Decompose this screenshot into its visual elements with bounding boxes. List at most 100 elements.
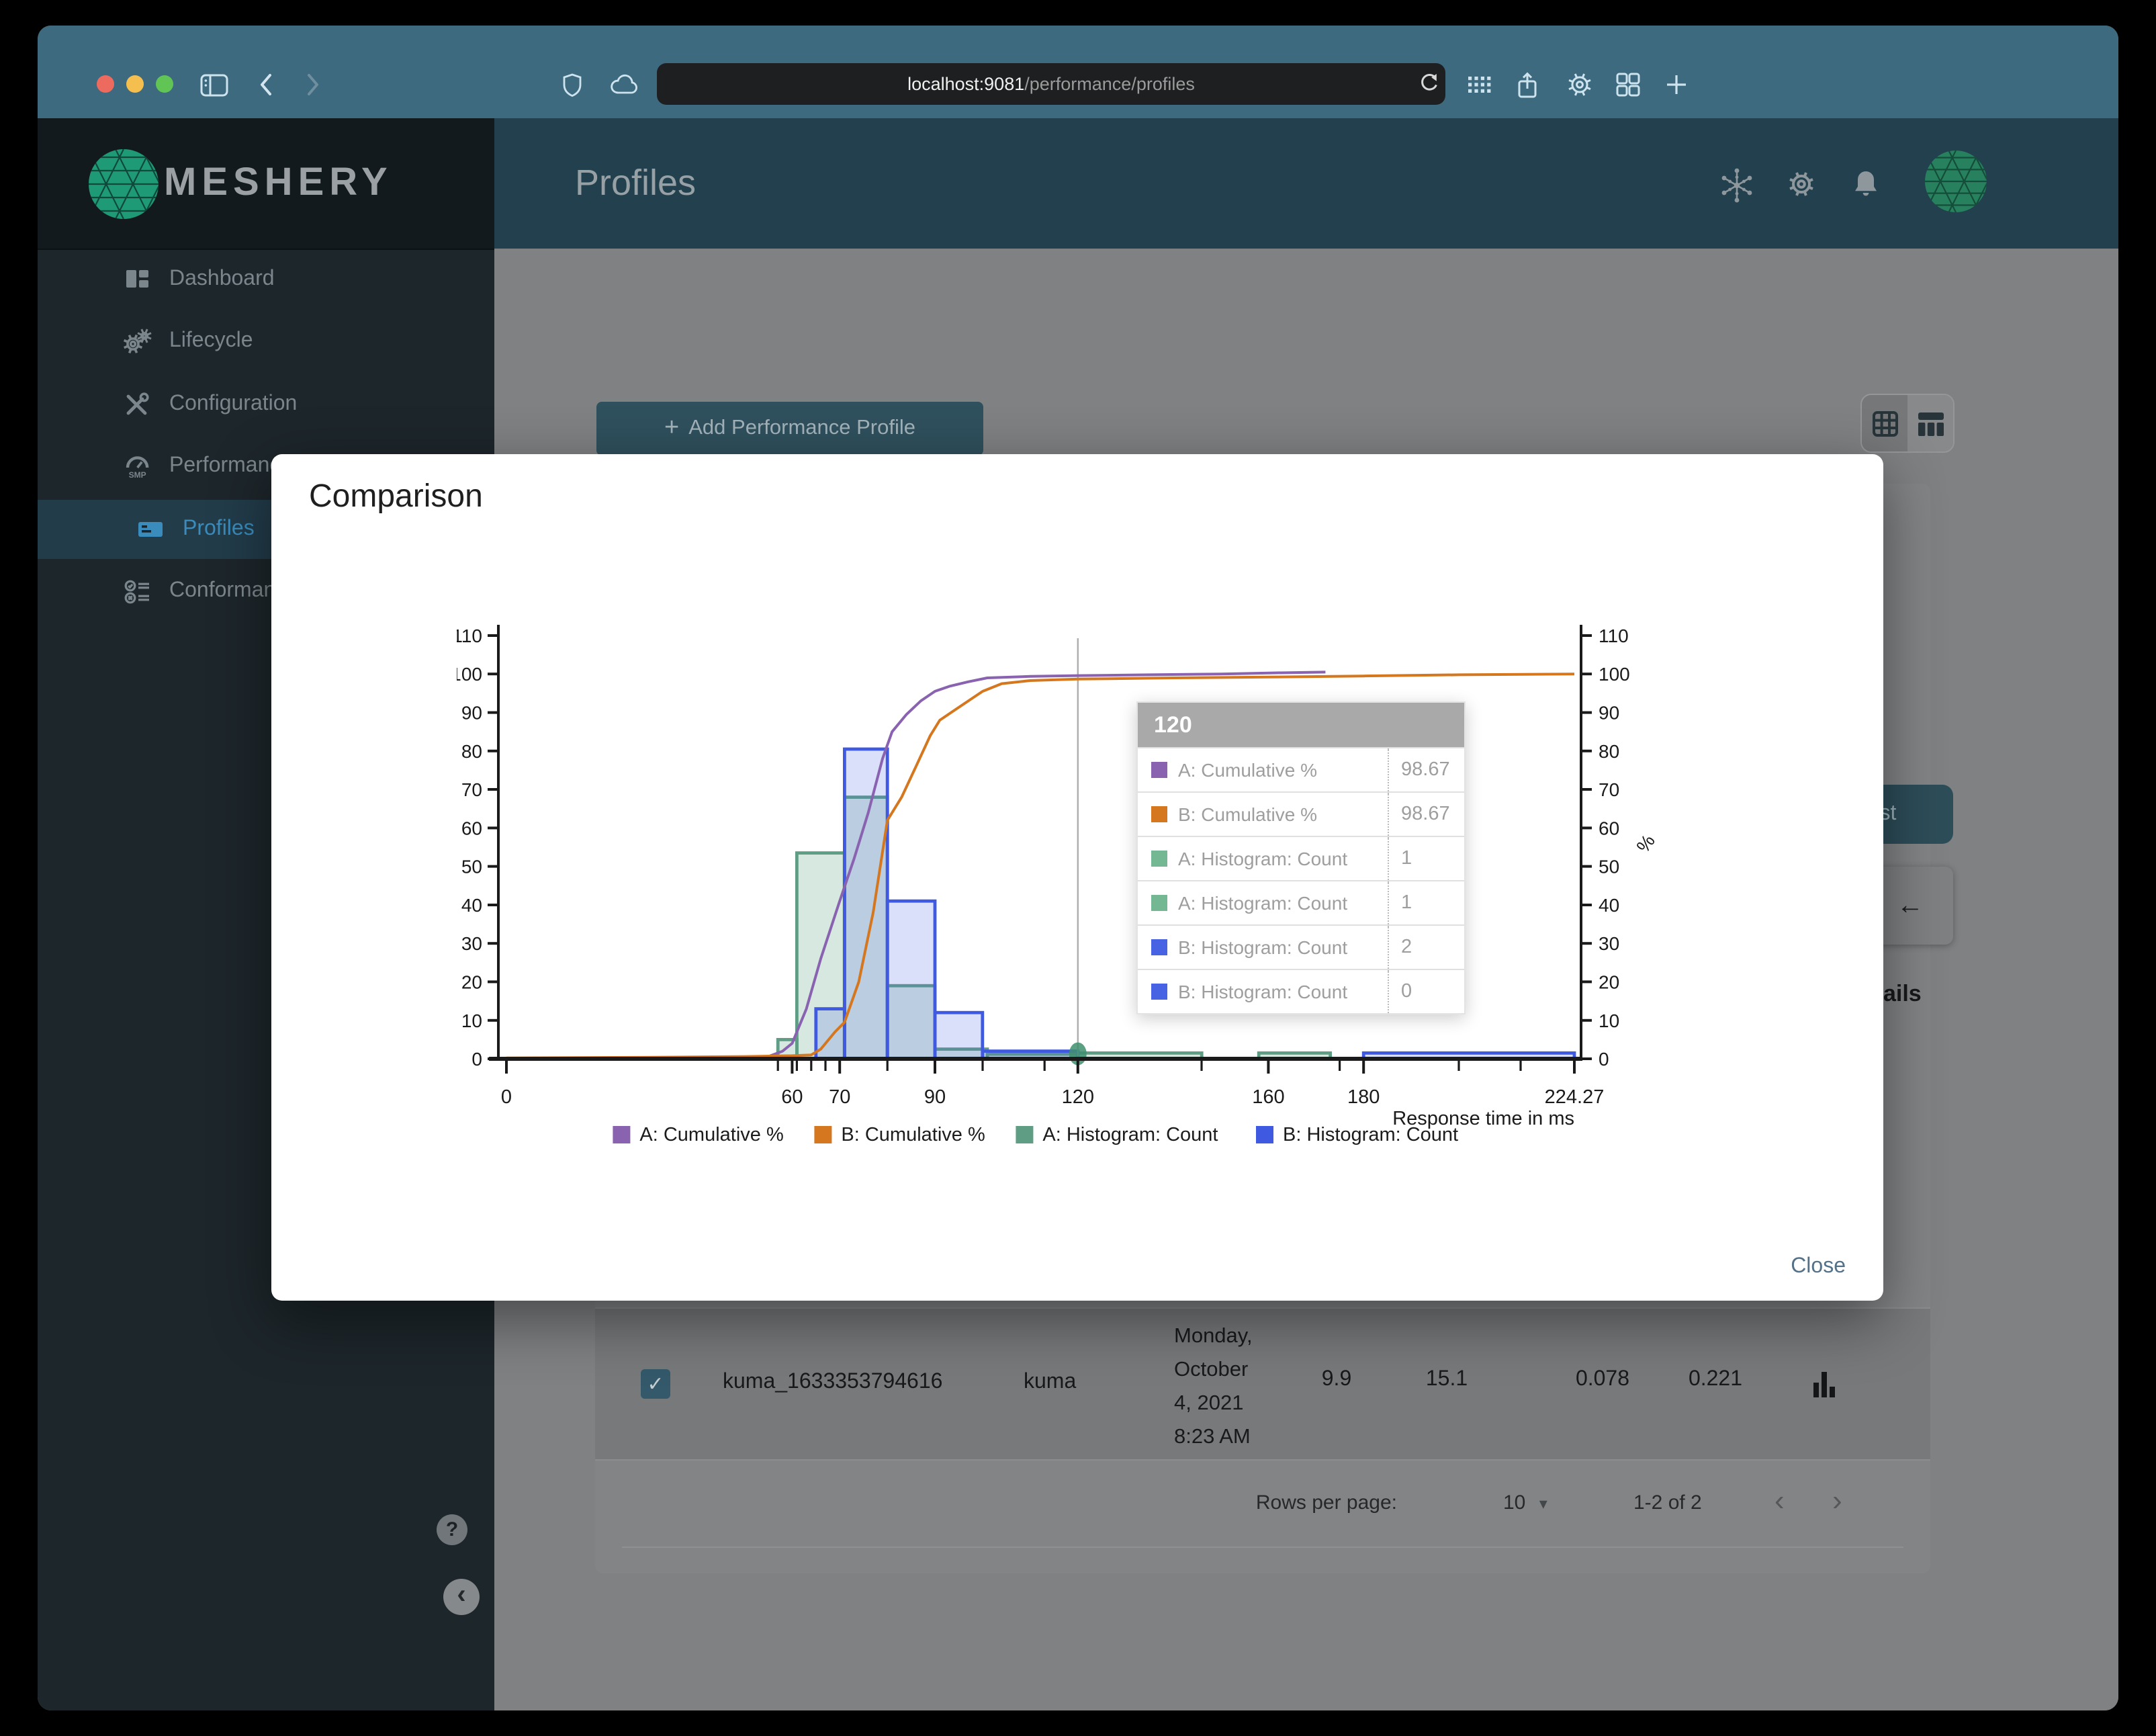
svg-text:160: 160 <box>1252 1086 1284 1108</box>
close-window-button[interactable] <box>97 75 114 93</box>
minimize-window-button[interactable] <box>126 75 144 93</box>
tooltip-series-value: 98.67 <box>1388 793 1464 836</box>
svg-text:0: 0 <box>471 1049 482 1070</box>
caret-down-icon: ▾ <box>1539 1494 1547 1513</box>
svg-text:224.27: 224.27 <box>1545 1086 1605 1108</box>
meshery-logo-icon <box>89 149 159 219</box>
mesh-adapters-icon[interactable] <box>1719 168 1754 210</box>
svg-text:20: 20 <box>461 971 482 992</box>
check-icon: ✓ <box>647 1373 664 1396</box>
svg-text:40: 40 <box>1599 895 1619 916</box>
svg-text:180: 180 <box>1347 1086 1380 1108</box>
sidebar-item-lifecycle[interactable]: Lifecycle <box>38 312 494 371</box>
row-value-duration: 15.1 <box>1425 1368 1468 1391</box>
tooltip-series-label: A: Histogram: Count <box>1178 848 1348 869</box>
reload-icon[interactable] <box>1419 73 1439 101</box>
new-tab-icon[interactable] <box>1666 70 1687 99</box>
left-arrow-icon: ← <box>1897 890 1924 920</box>
divider <box>622 1547 1903 1548</box>
sidebar-item-dashboard[interactable]: Dashboard <box>38 250 494 309</box>
svg-text:30: 30 <box>1599 933 1619 954</box>
settings-gear-icon[interactable] <box>1785 168 1817 207</box>
svg-text:70: 70 <box>829 1086 850 1108</box>
sidebar-item-label: Configuration <box>169 392 298 415</box>
add-performance-profile-label: Add Performance Profile <box>688 417 915 439</box>
add-performance-profile-button[interactable]: + Add Performance Profile <box>596 402 983 455</box>
svg-text:60: 60 <box>1599 818 1619 838</box>
svg-text:%: % <box>1632 830 1659 856</box>
svg-text:40: 40 <box>461 895 482 916</box>
svg-text:10: 10 <box>1599 1010 1619 1031</box>
dashboard-icon <box>122 267 152 292</box>
series-swatch-icon <box>1151 939 1167 955</box>
tooltip-series-label: A: Cumulative % <box>1178 759 1317 781</box>
series-swatch-icon <box>1151 762 1167 778</box>
legend-item[interactable]: A: Cumulative % <box>613 1124 784 1145</box>
row-date-line: Monday, <box>1174 1325 1253 1348</box>
tooltip-series-value: 2 <box>1388 926 1464 969</box>
sidebar-toggle-icon[interactable] <box>200 70 228 99</box>
cloud-icon[interactable] <box>609 70 641 99</box>
svg-text:50: 50 <box>1599 857 1619 877</box>
browser-settings-gear-icon[interactable] <box>1565 70 1594 99</box>
legend-item[interactable]: B: Histogram: Count <box>1256 1124 1458 1145</box>
svg-text:100: 100 <box>457 664 482 685</box>
svg-text:50: 50 <box>461 857 482 877</box>
rows-per-page-label: Rows per page: <box>1255 1491 1397 1514</box>
collapse-sidebar-button[interactable]: ‹ <box>443 1579 480 1615</box>
tab-overview-icon[interactable] <box>1616 70 1640 99</box>
help-button[interactable]: ? <box>437 1514 467 1545</box>
series-swatch-icon <box>1151 984 1167 1000</box>
comparison-chart[interactable]: 0010102020303040405050606070708080909010… <box>457 605 1666 1169</box>
series-swatch-icon <box>1151 895 1167 911</box>
tooltip-series-label: B: Cumulative % <box>1178 804 1317 825</box>
shield-icon[interactable] <box>562 70 583 99</box>
row-value-qps: 9.9 <box>1321 1368 1352 1391</box>
table-row[interactable]: ✓ kuma_1633353794616 kuma Monday, October… <box>595 1307 1930 1461</box>
page-title: Profiles <box>575 163 697 203</box>
app-header: Profiles <box>494 118 2118 249</box>
profiles-icon <box>136 519 165 540</box>
screen: localhost:9081/performance/profiles MESH… <box>0 0 2156 1736</box>
pagination-range: 1-2 of 2 <box>1633 1491 1702 1514</box>
url-bar[interactable]: localhost:9081/performance/profiles <box>657 63 1445 105</box>
back-icon[interactable] <box>258 70 274 99</box>
row-checkbox[interactable]: ✓ <box>641 1369 670 1399</box>
next-page-icon[interactable]: › <box>1832 1483 1842 1518</box>
tooltip-series-value: 0 <box>1388 970 1464 1013</box>
row-value-p99: 0.221 <box>1688 1368 1743 1391</box>
legend-item[interactable]: B: Cumulative % <box>814 1124 985 1145</box>
help-icon: ? <box>445 1518 459 1541</box>
url-path: /performance/profiles <box>1024 74 1195 94</box>
close-button[interactable]: Close <box>1791 1255 1846 1279</box>
chevron-left-icon: ‹ <box>457 1580 466 1610</box>
grid-view-icon[interactable] <box>1862 395 1907 451</box>
sidebar-item-label: Lifecycle <box>169 329 253 352</box>
forward-icon[interactable] <box>305 70 321 99</box>
svg-text:90: 90 <box>1599 703 1619 724</box>
table-view-icon[interactable] <box>1907 395 1953 451</box>
notifications-bell-icon[interactable] <box>1851 168 1881 207</box>
legend-item[interactable]: A: Histogram: Count <box>1016 1124 1218 1145</box>
previous-page-icon[interactable]: ‹ <box>1775 1483 1785 1518</box>
meshery-logo-text: MESHERY <box>164 161 393 204</box>
svg-text:90: 90 <box>924 1086 946 1108</box>
svg-text:A: Cumulative %: A: Cumulative % <box>639 1124 783 1145</box>
bar-chart-icon[interactable] <box>1812 1368 1839 1407</box>
meshery-logo-block[interactable]: MESHERY <box>38 118 494 250</box>
sidebar-item-configuration[interactable]: Configuration <box>38 375 494 434</box>
user-avatar[interactable] <box>1925 150 1987 219</box>
share-icon[interactable] <box>1517 70 1538 99</box>
configuration-icon <box>122 391 152 418</box>
grid-dots-icon[interactable] <box>1467 70 1492 99</box>
comparison-modal: Comparison 0 0 10 10 20 20 30 30 40 40 50 50 60 60 70 7… <box>271 454 1883 1301</box>
svg-text:90: 90 <box>461 703 482 724</box>
svg-text:70: 70 <box>1599 779 1619 800</box>
rows-per-page-value: 10 <box>1503 1491 1526 1514</box>
tooltip-series-value: 98.67 <box>1388 748 1464 791</box>
sidebar-item-label: Dashboard <box>169 267 275 290</box>
rows-per-page-select[interactable]: 10 ▾ <box>1503 1491 1547 1514</box>
maximize-window-button[interactable] <box>156 75 173 93</box>
chart-tooltip: 120 A: Cumulative % 98.67 B: Cumulative % 9… <box>1136 701 1466 1014</box>
plus-icon: + <box>664 414 680 442</box>
